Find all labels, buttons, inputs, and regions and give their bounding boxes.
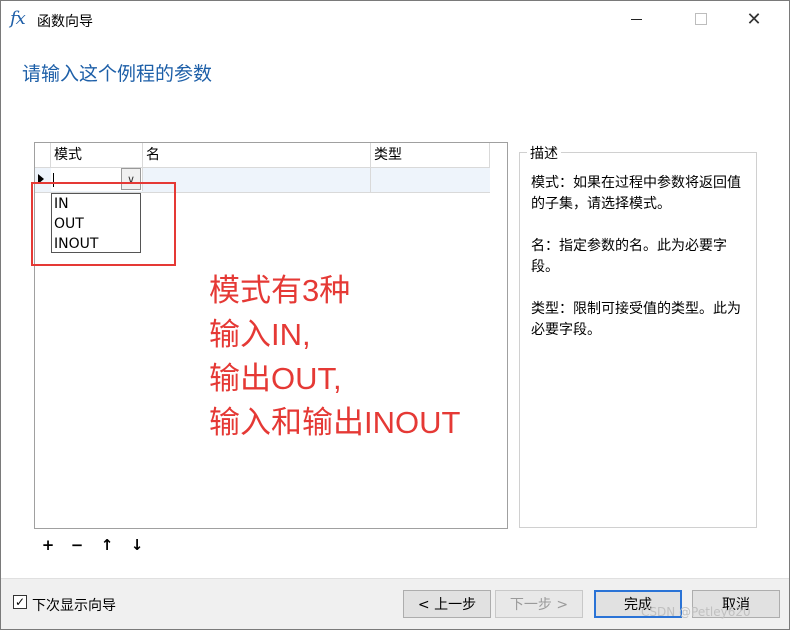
annotation-text: 模式有3种 输入IN, 输出OUT, 输入和输出INOUT <box>209 273 461 440</box>
plus-icon[interactable]: + <box>40 536 56 554</box>
watermark: CSDN @Petley620 <box>641 605 751 619</box>
description-legend: 描述 <box>527 143 561 163</box>
previous-button[interactable]: < 上一步 <box>403 590 491 618</box>
page-heading: 请输入这个例程的参数 <box>22 63 213 85</box>
minimize-icon <box>630 18 642 20</box>
show-wizard-label[interactable]: 下次显示向导 <box>32 595 116 615</box>
cell-divider <box>370 168 371 192</box>
description-mode: 模式：如果在过程中参数将返回值的子集，请选择模式。 <box>531 175 741 212</box>
function-wizard-window: fx 函数向导 ✕ 请输入这个例程的参数 模式 名 类型 ∨ IN OUT IN… <box>0 0 790 630</box>
column-header-type[interactable]: 类型 <box>371 143 490 168</box>
row-header-corner <box>35 143 51 168</box>
checkmark-icon: ✓ <box>14 595 26 609</box>
close-button[interactable]: ✕ <box>731 1 777 37</box>
annotation-highlight-box <box>31 182 176 266</box>
title-bar: fx 函数向导 ✕ <box>1 1 789 39</box>
description-name: 名：指定参数的名。此为必要字段。 <box>531 238 727 275</box>
column-header-mode[interactable]: 模式 <box>51 143 143 168</box>
maximize-button[interactable] <box>678 1 724 37</box>
description-type: 类型：限制可接受值的类型。此为必要字段。 <box>531 301 741 338</box>
arrow-down-icon[interactable]: ↓ <box>129 536 145 554</box>
minus-icon[interactable]: − <box>69 536 85 554</box>
description-text: 模式：如果在过程中参数将返回值的子集，请选择模式。 名：指定参数的名。此为必要字… <box>531 173 749 362</box>
maximize-icon <box>695 13 707 25</box>
fx-icon: fx <box>10 8 26 29</box>
close-icon: ✕ <box>746 8 762 30</box>
window-title: 函数向导 <box>37 14 93 30</box>
next-button[interactable]: 下一步 > <box>495 590 583 618</box>
show-wizard-checkbox[interactable]: ✓ <box>13 595 27 609</box>
arrow-up-icon[interactable]: ↑ <box>99 536 115 554</box>
column-header-name[interactable]: 名 <box>143 143 371 168</box>
minimize-button[interactable] <box>613 1 659 37</box>
